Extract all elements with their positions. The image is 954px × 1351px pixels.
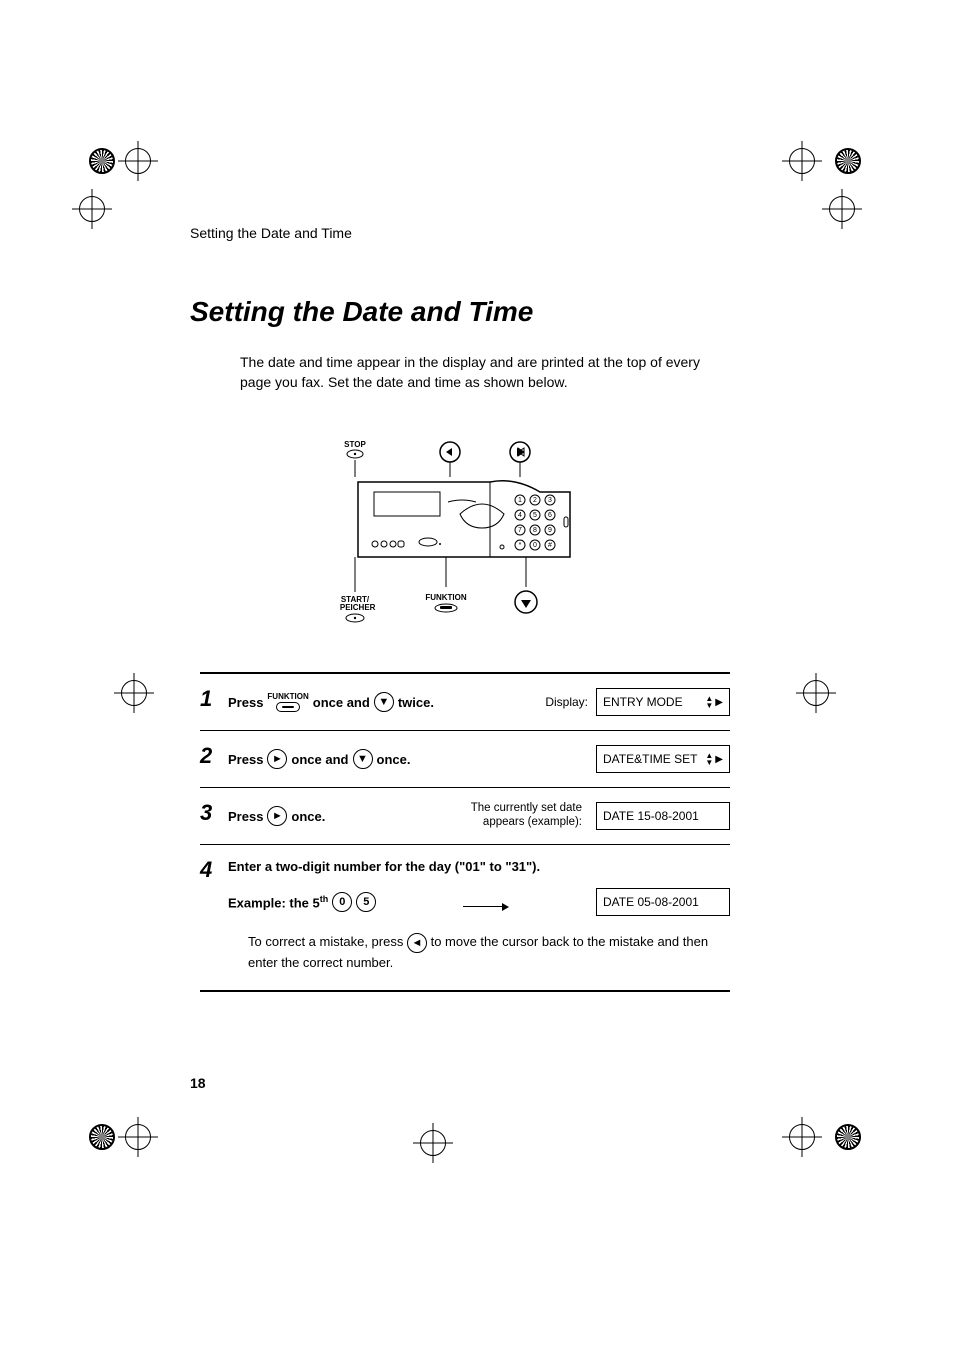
right-arrow-button-icon: ► xyxy=(267,749,287,769)
arrow-right-icon xyxy=(463,906,509,907)
svg-text:8: 8 xyxy=(533,527,537,534)
down-arrow-button-icon: ▼ xyxy=(374,692,394,712)
svg-text:5: 5 xyxy=(533,512,537,519)
keypad-5-icon: 5 xyxy=(356,892,376,912)
registration-mark xyxy=(809,144,849,184)
device-illustration: STOP xyxy=(340,432,600,632)
funktion-button-icon: FUNKTION xyxy=(267,693,308,712)
step3-mid-text: The currently set date appears (example)… xyxy=(471,802,582,830)
example-label: Example: the 5th xyxy=(228,894,328,910)
lcd-display: DATE 05-08-2001 xyxy=(596,888,730,916)
display-label: Display: xyxy=(545,695,588,709)
once-label: once. xyxy=(291,809,325,824)
lcd-display: DATE&TIME SET ▲▼ ▶ xyxy=(596,745,730,773)
step4-instruction: Enter a two-digit number for the day ("0… xyxy=(228,859,730,874)
down-arrow-button-icon: ▼ xyxy=(353,749,373,769)
registration-mark xyxy=(799,680,839,720)
once-and: once and xyxy=(291,752,348,767)
registration-mark xyxy=(95,1120,135,1160)
step-number: 3 xyxy=(200,802,228,824)
svg-text:2: 2 xyxy=(533,497,537,504)
svg-text:0: 0 xyxy=(533,542,537,549)
svg-text:STOP: STOP xyxy=(344,440,366,449)
lcd-display: DATE 15-08-2001 xyxy=(596,802,730,830)
once-and: once and xyxy=(313,695,370,710)
registration-mark xyxy=(95,200,135,240)
step-number: 4 xyxy=(200,859,228,881)
section-title: Setting the Date and Time xyxy=(190,296,750,328)
right-arrow-button-icon: ► xyxy=(267,806,287,826)
registration-mark xyxy=(420,1130,460,1170)
running-head: Setting the Date and Time xyxy=(190,225,750,241)
svg-text:FUNKTION: FUNKTION xyxy=(425,593,467,602)
registration-mark xyxy=(809,200,849,240)
steps-table: 1 Press FUNKTION once and ▼ twice. Displ… xyxy=(200,672,730,992)
press-label: Press xyxy=(228,695,263,710)
svg-text:6: 6 xyxy=(548,512,552,519)
once-label: once. xyxy=(377,752,411,767)
twice: twice. xyxy=(398,695,434,710)
svg-text:1: 1 xyxy=(518,497,522,504)
page-number: 18 xyxy=(190,1075,206,1091)
intro-paragraph: The date and time appear in the display … xyxy=(240,353,720,392)
press-label: Press xyxy=(228,809,263,824)
step-row-2: 2 Press ► once and ▼ once. DATE&TIME SET… xyxy=(200,731,730,788)
registration-mark xyxy=(95,144,135,184)
keypad-0-icon: 0 xyxy=(332,892,352,912)
step-row-3: 3 Press ► once. The currently set date a… xyxy=(200,788,730,845)
step-number: 2 xyxy=(200,745,228,767)
step-number: 1 xyxy=(200,688,228,710)
svg-text:#: # xyxy=(548,542,552,549)
correction-help: To correct a mistake, press ◄ to move th… xyxy=(248,932,730,972)
registration-mark xyxy=(809,1120,849,1160)
registration-mark xyxy=(125,680,165,720)
svg-text:SPEICHER: SPEICHER xyxy=(340,603,376,612)
step-row-1: 1 Press FUNKTION once and ▼ twice. Displ… xyxy=(200,674,730,731)
lcd-display: ENTRY MODE ▲▼ ▶ xyxy=(596,688,730,716)
svg-text:3: 3 xyxy=(548,497,552,504)
step-row-4: 4 Enter a two-digit number for the day (… xyxy=(200,845,730,992)
svg-text:*: * xyxy=(519,542,522,549)
svg-text:7: 7 xyxy=(518,527,522,534)
fax-machine-diagram: STOP xyxy=(340,432,600,632)
svg-text:4: 4 xyxy=(518,512,522,519)
svg-text:9: 9 xyxy=(548,527,552,534)
left-arrow-button-icon: ◄ xyxy=(407,933,427,953)
press-label: Press xyxy=(228,752,263,767)
